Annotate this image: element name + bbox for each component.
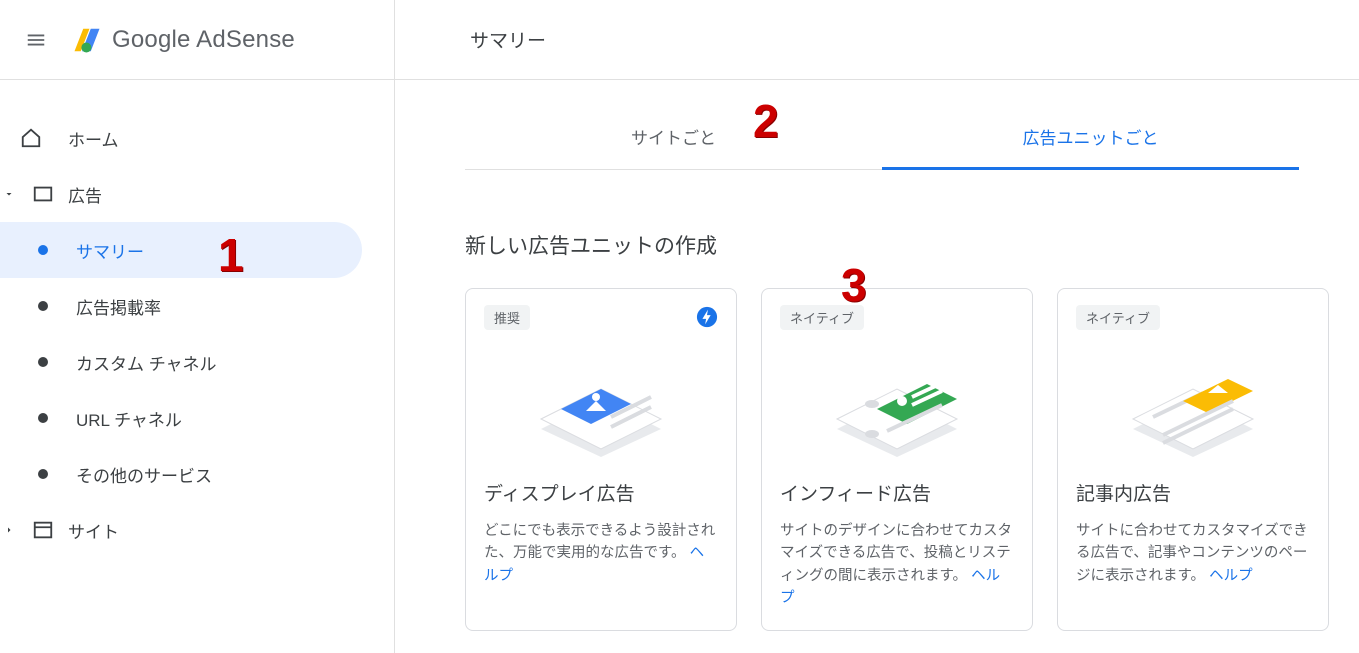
card-display-ads[interactable]: 推奨 デ [465, 288, 737, 631]
infeed-ad-illustration-icon [807, 339, 987, 459]
card-title: ディスプレイ広告 [484, 479, 718, 506]
sidebar-item-label: URL チャネル [76, 406, 182, 431]
caret-right-icon [3, 524, 15, 536]
tab-label: サイトごと [631, 129, 716, 148]
main-content: サイトごと 広告ユニットごと 2 新しい広告ユニットの作成 推奨 [395, 80, 1359, 653]
home-icon [20, 127, 42, 149]
site-icon [32, 519, 54, 541]
display-ad-illustration-icon [511, 339, 691, 459]
card-title: インフィード広告 [780, 479, 1014, 506]
sidebar-item-ads[interactable]: 広告 [0, 166, 394, 222]
in-article-ad-illustration-icon [1103, 339, 1283, 459]
sidebar-sub-url-channel[interactable]: URL チャネル [0, 390, 362, 446]
card-in-article-ads[interactable]: ネイティブ 記事内広告 サイトに合わせてカスタマイズできる広告で、 [1057, 288, 1329, 631]
card-description: サイトのデザインに合わせてカスタマイズできる広告で、投稿とリスティングの間に表示… [780, 520, 1014, 610]
card-infeed-ads[interactable]: ネイティブ インフィード広告 [761, 288, 1033, 631]
card-illustration [1076, 329, 1310, 469]
hamburger-menu-button[interactable] [16, 20, 56, 60]
bullet-icon [38, 301, 48, 311]
card-description: どこにでも表示できるよう設計された、万能で実用的な広告です。 ヘルプ [484, 520, 718, 587]
ad-icon [32, 183, 54, 205]
card-chip: 推奨 [484, 305, 530, 330]
tabs: サイトごと 広告ユニットごと [465, 106, 1299, 170]
sidebar-sub-fillrate[interactable]: 広告掲載率 [0, 278, 362, 334]
adsense-icon [72, 25, 102, 55]
sidebar-item-sites[interactable]: サイト [0, 502, 394, 558]
hamburger-icon [25, 29, 47, 51]
bullet-icon [38, 245, 48, 255]
card-chip: ネイティブ [1076, 305, 1160, 330]
section-heading: 新しい広告ユニットの作成 [465, 230, 1359, 260]
sidebar-item-label: カスタム チャネル [76, 350, 217, 375]
sidebar: ホーム 広告 サマリー 広告掲載率 カスタム チャネル [0, 80, 395, 653]
caret-down-icon [3, 188, 15, 200]
card-title: 記事内広告 [1076, 479, 1310, 506]
card-chip: ネイティブ [780, 305, 864, 330]
sidebar-item-label: その他のサービス [76, 462, 212, 487]
sidebar-item-label: サイト [68, 518, 119, 543]
bullet-icon [38, 413, 48, 423]
product-name: Google AdSense [112, 26, 295, 54]
tab-label: 広告ユニットごと [1023, 129, 1159, 148]
sidebar-item-label: サマリー [76, 238, 144, 263]
topbar: Google AdSense サマリー [0, 0, 1359, 80]
tab-by-site[interactable]: サイトごと [465, 106, 882, 169]
ad-unit-cards: 推奨 デ [465, 288, 1359, 631]
sidebar-item-label: ホーム [68, 126, 119, 151]
product-logo[interactable]: Google AdSense [72, 25, 295, 55]
sidebar-item-label: 広告 [68, 182, 102, 207]
sidebar-item-label: 広告掲載率 [76, 294, 161, 319]
card-illustration [780, 329, 1014, 469]
bullet-icon [38, 469, 48, 479]
sidebar-sub-summary[interactable]: サマリー [0, 222, 362, 278]
sidebar-item-home[interactable]: ホーム [0, 110, 362, 166]
page-title: サマリー [470, 26, 546, 53]
card-description: サイトに合わせてカスタマイズできる広告で、記事やコンテンツのページに表示されます… [1076, 520, 1310, 587]
sidebar-sub-custom-channel[interactable]: カスタム チャネル [0, 334, 362, 390]
card-illustration [484, 329, 718, 469]
topbar-left: Google AdSense [0, 0, 395, 79]
amp-icon [696, 306, 718, 328]
tab-by-unit[interactable]: 広告ユニットごと [882, 106, 1299, 169]
help-link[interactable]: ヘルプ [1209, 568, 1253, 584]
bullet-icon [38, 357, 48, 367]
sidebar-sub-other-services[interactable]: その他のサービス [0, 446, 362, 502]
